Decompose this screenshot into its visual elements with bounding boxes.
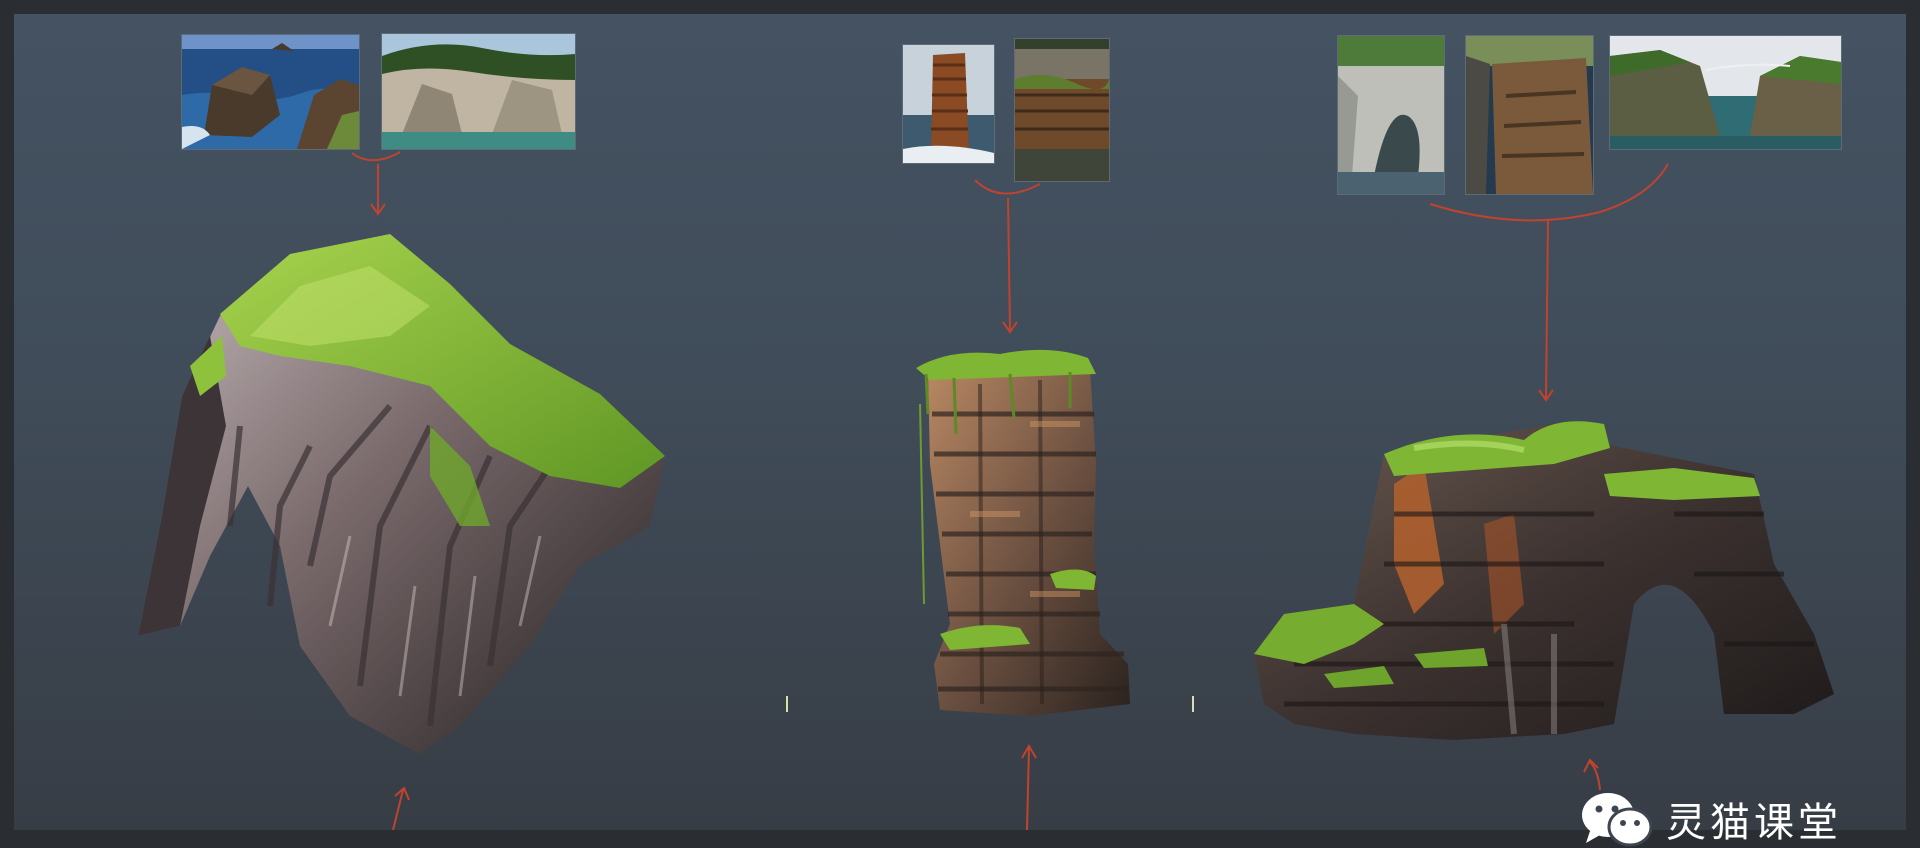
watermark: 灵猫课堂 (1580, 790, 1842, 848)
guide-marker (786, 696, 788, 712)
reference-photo-tall-stack[interactable] (902, 44, 995, 164)
sea-stack-arch-rock (138, 234, 665, 754)
reference-photo-arch-cliff[interactable] (1337, 35, 1445, 195)
guide-marker (1192, 696, 1194, 712)
reference-photo-bridge-arch[interactable] (1609, 35, 1842, 150)
wechat-icon (1582, 793, 1652, 847)
watermark-text: 灵猫课堂 (1666, 800, 1842, 846)
reference-photo-layered-cliff[interactable] (1014, 38, 1110, 182)
sea-arch-rock (1254, 421, 1834, 740)
sea-pillar-rock (916, 349, 1130, 716)
reference-photo-cove-cliff[interactable] (1465, 35, 1594, 195)
reference-photo-cliff-coast[interactable] (381, 33, 576, 150)
reference-photo-coastal-rocks[interactable] (181, 34, 360, 150)
